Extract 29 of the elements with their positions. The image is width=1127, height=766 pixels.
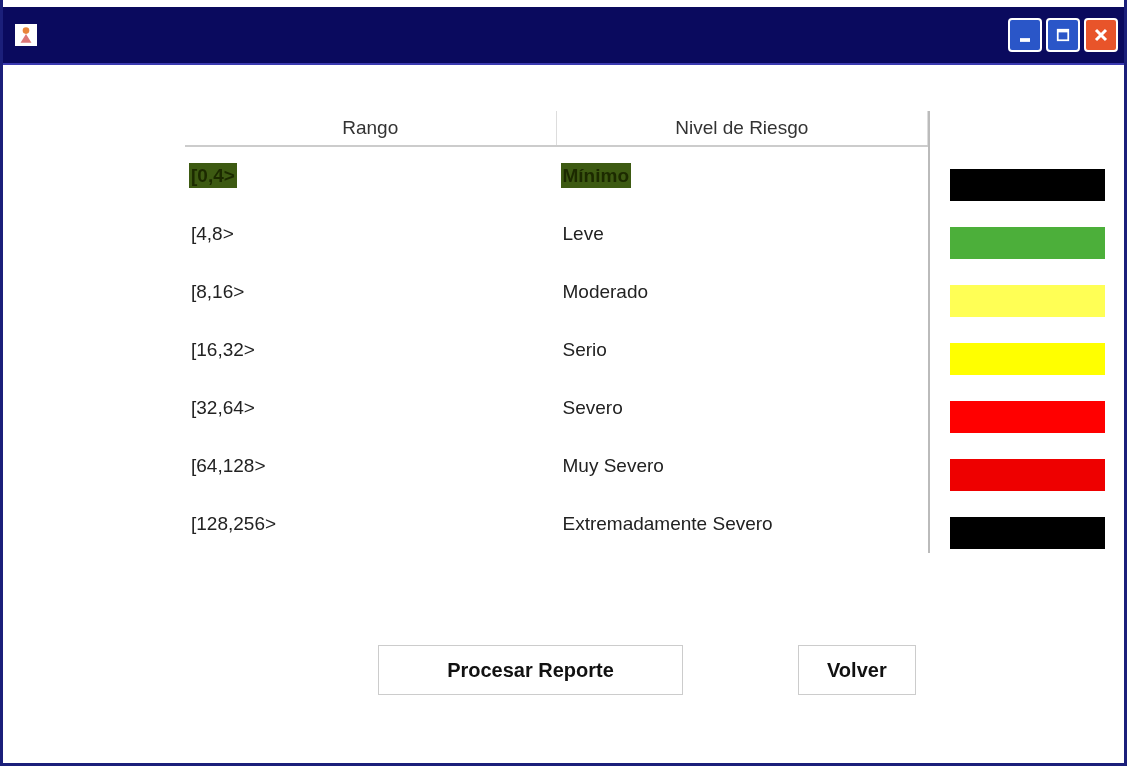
table-cell-text: Serio: [561, 338, 608, 362]
close-button[interactable]: [1084, 18, 1118, 52]
process-button[interactable]: Procesar Reporte: [378, 645, 683, 695]
maximize-button[interactable]: [1046, 18, 1080, 52]
table-cell-text: Extremadamente Severo: [561, 512, 774, 536]
table-cell-text: [64,128>: [190, 454, 267, 478]
back-button[interactable]: Volver: [798, 645, 916, 695]
table-row[interactable]: [16,32> Serio: [185, 321, 928, 379]
table-cell-text: [4,8>: [190, 222, 235, 246]
column-header[interactable]: Nivel de Riesgo: [556, 111, 928, 145]
table-row[interactable]: [32,64> Severo: [185, 379, 928, 437]
table-cell-text: Severo: [561, 396, 624, 420]
app-icon: [15, 24, 37, 46]
table-cell-text: [16,32>: [190, 338, 256, 362]
table-cell-text: Moderado: [561, 280, 650, 304]
close-icon: [1093, 27, 1109, 43]
minimize-button[interactable]: [1008, 18, 1042, 52]
table-cell-text: [32,64>: [190, 396, 256, 420]
column-header[interactable]: Rango: [185, 111, 557, 145]
table-cell-text: Muy Severo: [561, 454, 665, 478]
maximize-icon: [1056, 28, 1070, 42]
table-row[interactable]: [4,8> Leve: [185, 205, 928, 263]
table-cell-text: [128,256>: [190, 512, 278, 536]
minimize-icon: [1020, 38, 1030, 42]
table-cell-text: Leve: [561, 222, 605, 246]
table-row[interactable]: [128,256> Extremadamente Severo: [185, 495, 928, 553]
table-row[interactable]: [8,16> Moderado: [185, 263, 928, 321]
table-row[interactable]: [64,128> Muy Severo: [185, 437, 928, 495]
table-cell-text: [8,16>: [190, 280, 246, 304]
